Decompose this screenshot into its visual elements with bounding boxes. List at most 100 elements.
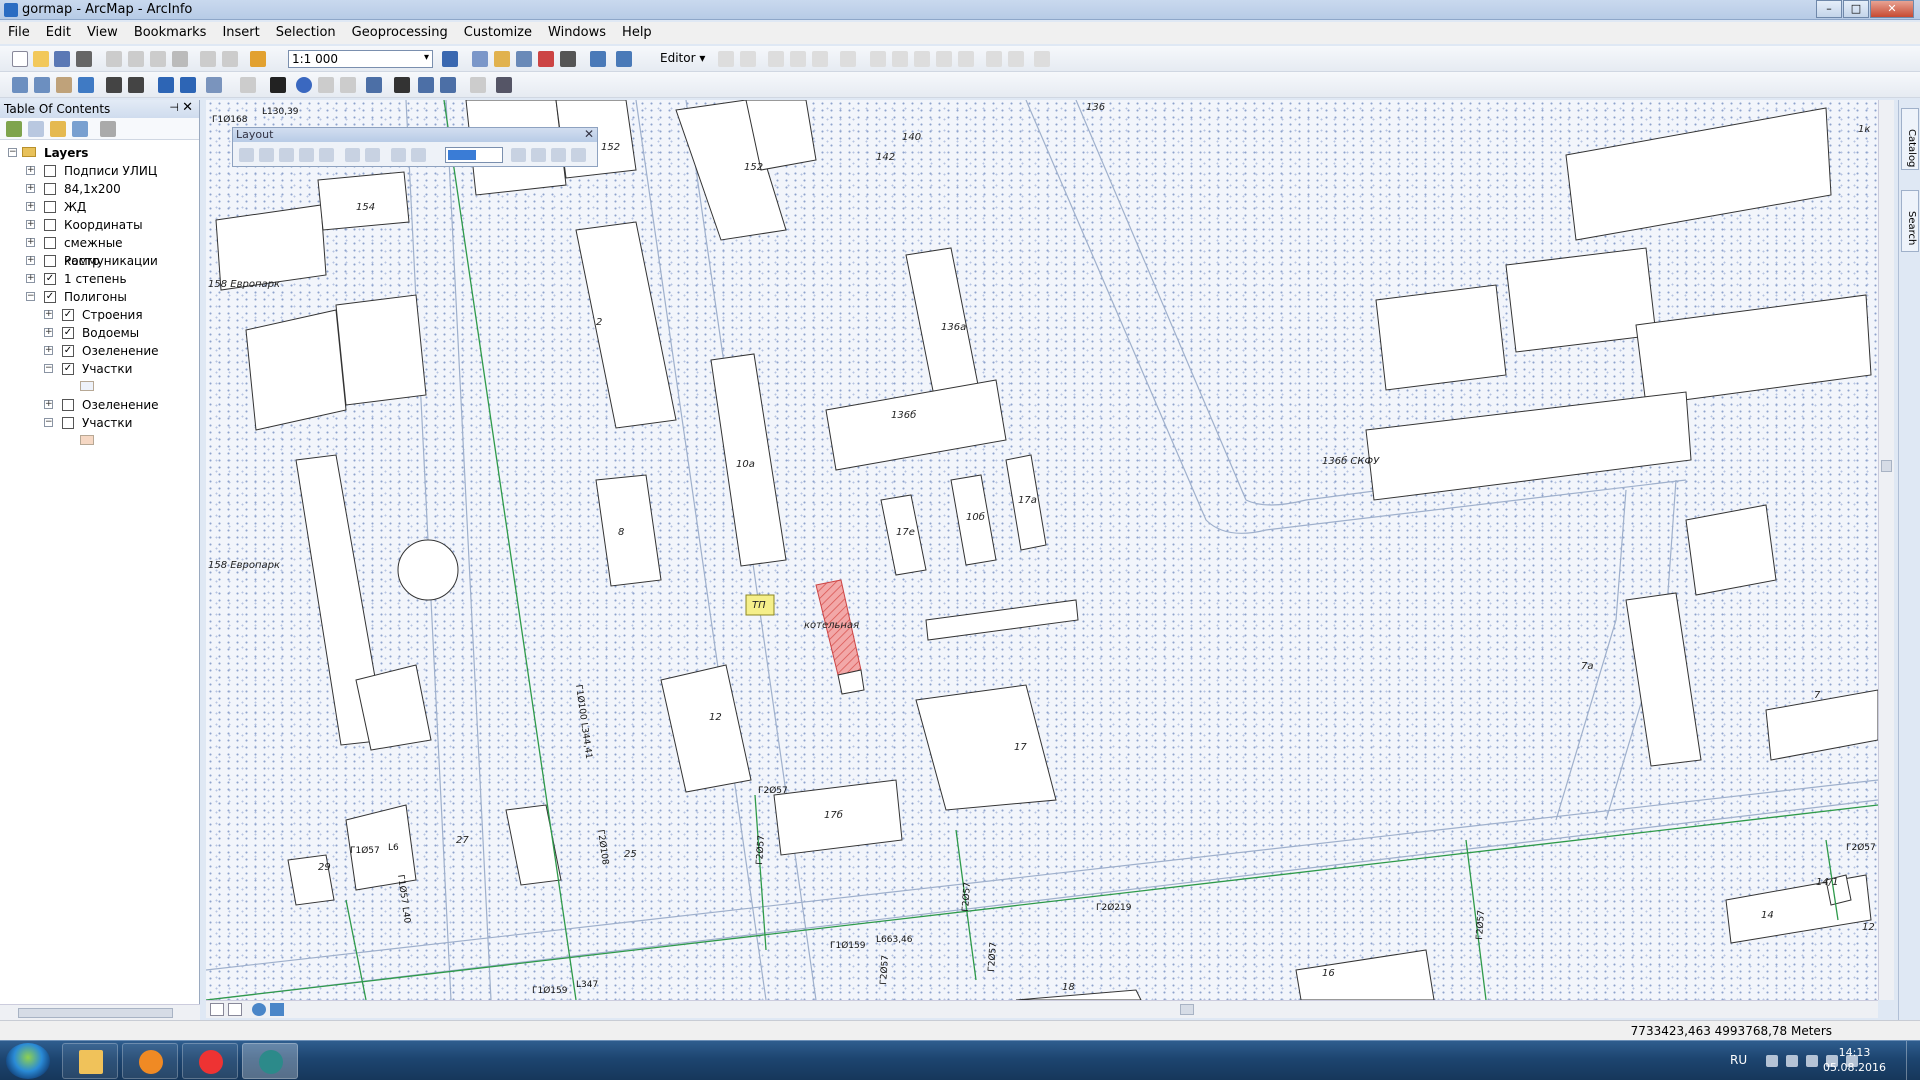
full-extent-icon[interactable]	[78, 77, 94, 93]
straight-segment-icon[interactable]	[768, 51, 784, 67]
editor-toolbar-icon[interactable]	[442, 51, 458, 67]
language-indicator[interactable]: RU	[1730, 1053, 1747, 1067]
select-elements-icon[interactable]	[270, 77, 286, 93]
expand-icon[interactable]: +	[44, 310, 53, 319]
taskbar-yandex-browser[interactable]	[182, 1043, 238, 1079]
search-tab[interactable]: Search	[1901, 190, 1919, 252]
toc-options-icon[interactable]	[100, 121, 116, 137]
layer-visibility-checkbox[interactable]	[44, 255, 56, 267]
save-icon[interactable]	[54, 51, 70, 67]
model-builder-icon[interactable]	[590, 51, 606, 67]
data-driven-pages-icon[interactable]	[571, 148, 586, 162]
network-icon[interactable]	[1806, 1055, 1818, 1067]
map-view[interactable]: 154 152 152 142 140 136 2 136а 136б 10а …	[206, 100, 1878, 1000]
layer-row[interactable]: + Подписи УЛИЦ	[0, 162, 200, 180]
collapse-icon[interactable]: −	[44, 418, 53, 427]
layout-zoom-out-icon[interactable]	[259, 148, 274, 162]
find-route-icon[interactable]	[418, 77, 434, 93]
toggle-draft-mode-icon[interactable]	[511, 148, 526, 162]
undo-icon[interactable]	[200, 51, 216, 67]
maximize-button[interactable]: □	[1843, 0, 1869, 18]
measure-icon[interactable]	[366, 77, 382, 93]
clear-selection-icon[interactable]	[240, 77, 256, 93]
cut-polygons-icon[interactable]	[914, 51, 930, 67]
print-icon[interactable]	[76, 51, 92, 67]
paste-icon[interactable]	[150, 51, 166, 67]
show-desktop-button[interactable]	[1906, 1041, 1920, 1080]
python-window-icon[interactable]	[560, 51, 576, 67]
edit-tool-icon[interactable]	[718, 51, 734, 67]
list-by-source-icon[interactable]	[28, 121, 44, 137]
hyperlink-icon[interactable]	[318, 77, 334, 93]
expand-icon[interactable]: +	[44, 346, 53, 355]
layer-visibility-checkbox[interactable]	[62, 417, 74, 429]
go-forward-extent-icon[interactable]	[411, 148, 426, 162]
horizontal-scrollbar-thumb[interactable]	[1180, 1004, 1194, 1015]
expand-icon[interactable]: +	[26, 220, 35, 229]
layer-visibility-checkbox[interactable]: ✓	[62, 327, 74, 339]
layer-visibility-checkbox[interactable]	[44, 237, 56, 249]
open-folder-icon[interactable]	[33, 51, 49, 67]
layer-visibility-checkbox[interactable]: ✓	[44, 273, 56, 285]
collapse-icon[interactable]: −	[44, 364, 53, 373]
collapse-icon[interactable]: −	[26, 292, 35, 301]
search-window-icon[interactable]	[516, 51, 532, 67]
taskbar-media-player[interactable]	[122, 1043, 178, 1079]
toc-close-button[interactable]: ✕	[182, 100, 193, 115]
layer-row[interactable]: − Участки	[0, 414, 200, 432]
menu-insert[interactable]: Insert	[214, 22, 267, 43]
html-popup-icon[interactable]	[340, 77, 356, 93]
scrollbar-thumb[interactable]	[18, 1008, 173, 1018]
identify-icon[interactable]	[296, 77, 312, 93]
layer-visibility-checkbox[interactable]	[62, 399, 74, 411]
toc-horizontal-scrollbar[interactable]	[0, 1004, 200, 1020]
menu-geoprocessing[interactable]: Geoprocessing	[344, 22, 456, 43]
menu-view[interactable]: View	[79, 22, 126, 43]
cut-icon[interactable]	[106, 51, 122, 67]
new-document-icon[interactable]	[12, 51, 28, 67]
list-by-selection-icon[interactable]	[72, 121, 88, 137]
layer-row[interactable]: + Растр	[0, 252, 200, 270]
layer-row[interactable]: + смежные коммуникации	[0, 234, 200, 268]
table-of-contents-icon[interactable]	[472, 51, 488, 67]
menu-bookmarks[interactable]: Bookmarks	[126, 22, 215, 43]
catalog-tab[interactable]: Catalog	[1901, 108, 1919, 170]
rotate-icon[interactable]	[958, 51, 974, 67]
collapse-icon[interactable]: −	[8, 148, 17, 157]
create-viewer-window-icon[interactable]	[496, 77, 512, 93]
expand-icon[interactable]: +	[26, 184, 35, 193]
change-layout-icon[interactable]	[551, 148, 566, 162]
annotation-edit-icon[interactable]	[740, 51, 756, 67]
fixed-zoom-out-icon[interactable]	[128, 77, 144, 93]
pan-icon[interactable]	[56, 77, 72, 93]
trace-icon[interactable]	[812, 51, 828, 67]
map-scale-combobox[interactable]: 1:1 000	[288, 50, 433, 68]
pause-drawing-icon[interactable]	[270, 1003, 284, 1016]
layer-row[interactable]: − ✓ Участки	[0, 360, 200, 378]
map-canvas[interactable]: 154 152 152 142 140 136 2 136а 136б 10а …	[206, 100, 1878, 1000]
layer-visibility-checkbox[interactable]: ✓	[62, 363, 74, 375]
layout-toolbar-header[interactable]: Layout ✕	[233, 127, 597, 142]
layers-root[interactable]: − Layers	[0, 144, 200, 162]
expand-icon[interactable]: +	[26, 166, 35, 175]
menu-file[interactable]: File	[0, 22, 38, 43]
fixed-zoom-in-layout-icon[interactable]	[345, 148, 360, 162]
zoom-in-icon[interactable]	[12, 77, 28, 93]
edit-vertices-icon[interactable]	[870, 51, 886, 67]
scrollbar-thumb[interactable]	[1881, 460, 1892, 472]
menu-selection[interactable]: Selection	[268, 22, 344, 43]
layout-zoom-in-icon[interactable]	[239, 148, 254, 162]
layer-visibility-checkbox[interactable]: ✓	[44, 291, 56, 303]
layer-row[interactable]: + ✓ Строения	[0, 306, 200, 324]
menu-edit[interactable]: Edit	[38, 22, 79, 43]
refresh-icon[interactable]	[252, 1003, 266, 1016]
find-icon[interactable]	[394, 77, 410, 93]
layout-toolbar-close[interactable]: ✕	[584, 127, 594, 141]
layer-row[interactable]: + Координаты	[0, 216, 200, 234]
layer-visibility-checkbox[interactable]: ✓	[62, 345, 74, 357]
layout-pan-icon[interactable]	[279, 148, 294, 162]
arctoolbox-icon[interactable]	[538, 51, 554, 67]
menu-windows[interactable]: Windows	[540, 22, 614, 43]
expand-icon[interactable]: +	[26, 238, 35, 247]
pin-icon[interactable]: ⊣	[169, 101, 179, 114]
